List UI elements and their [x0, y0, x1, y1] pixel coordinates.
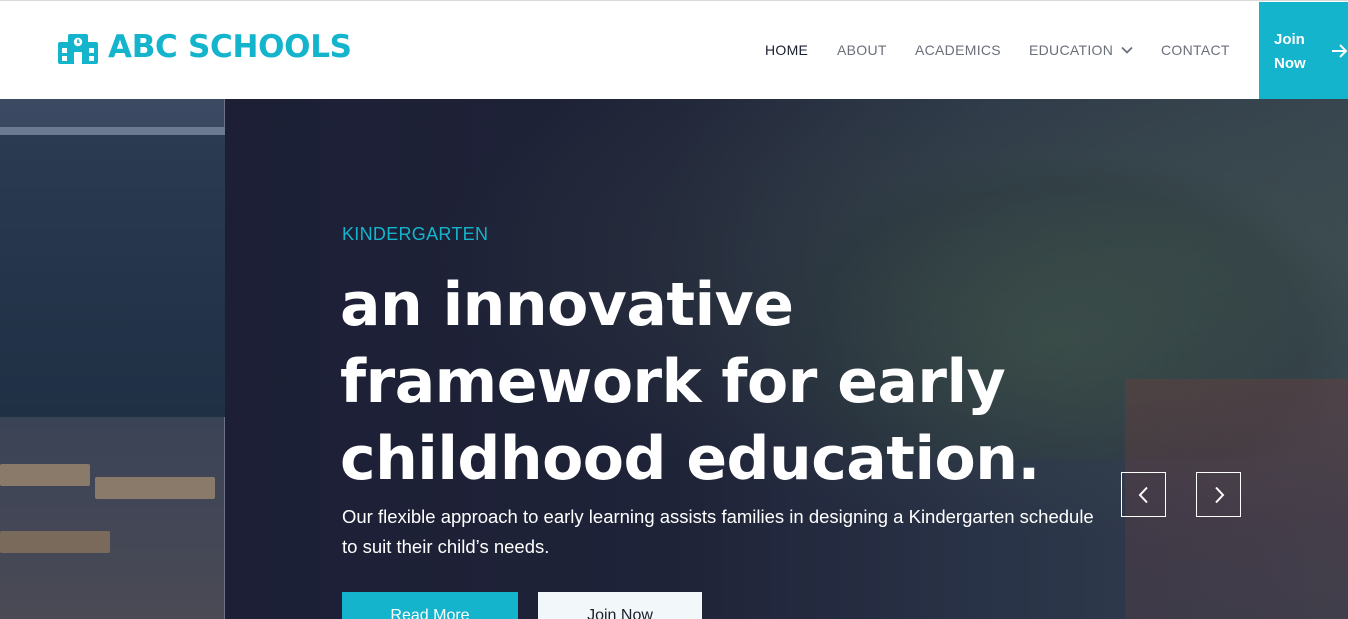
join-now-label: Join Now [1274, 31, 1306, 72]
desk [0, 531, 110, 553]
brand-name: ABC SCHOOLS [108, 29, 352, 65]
slider-prev-button[interactable] [1121, 472, 1166, 517]
site-header: ABC SCHOOLS HOME ABOUT ACADEMICS EDUCATI… [0, 0, 1348, 100]
school-building-icon [58, 34, 98, 64]
chevron-right-icon [1214, 486, 1224, 503]
chevron-down-icon [1121, 46, 1133, 54]
hero-headline: an innovative framework for early childh… [340, 270, 1040, 494]
hero-kicker: KINDERGARTEN [342, 224, 489, 244]
chevron-left-icon [1138, 486, 1148, 503]
nav-item-education-label: EDUCATION [1029, 42, 1114, 58]
nav-item-home[interactable]: HOME [765, 41, 808, 59]
nav-item-about[interactable]: ABOUT [837, 41, 887, 59]
chalkboard [0, 127, 225, 417]
desk [95, 477, 215, 499]
nav-item-education[interactable]: EDUCATION [1029, 41, 1133, 59]
nav-item-academics[interactable]: ACADEMICS [915, 41, 1001, 59]
join-now-button[interactable]: Join Now [1259, 2, 1348, 100]
hero-slider: KINDERGARTEN an innovative framework for… [0, 99, 1348, 619]
read-more-button[interactable]: Read More [342, 592, 518, 619]
classroom-image [0, 99, 225, 619]
hero-join-now-button[interactable]: Join Now [538, 592, 702, 619]
nav-item-contact[interactable]: CONTACT [1161, 41, 1230, 59]
arrow-right-icon [1332, 44, 1348, 58]
slider-next-button[interactable] [1196, 472, 1241, 517]
desk [0, 464, 90, 486]
hero-subtext: Our flexible approach to early learning … [342, 506, 1094, 557]
logo[interactable]: ABC SCHOOLS [58, 29, 352, 65]
